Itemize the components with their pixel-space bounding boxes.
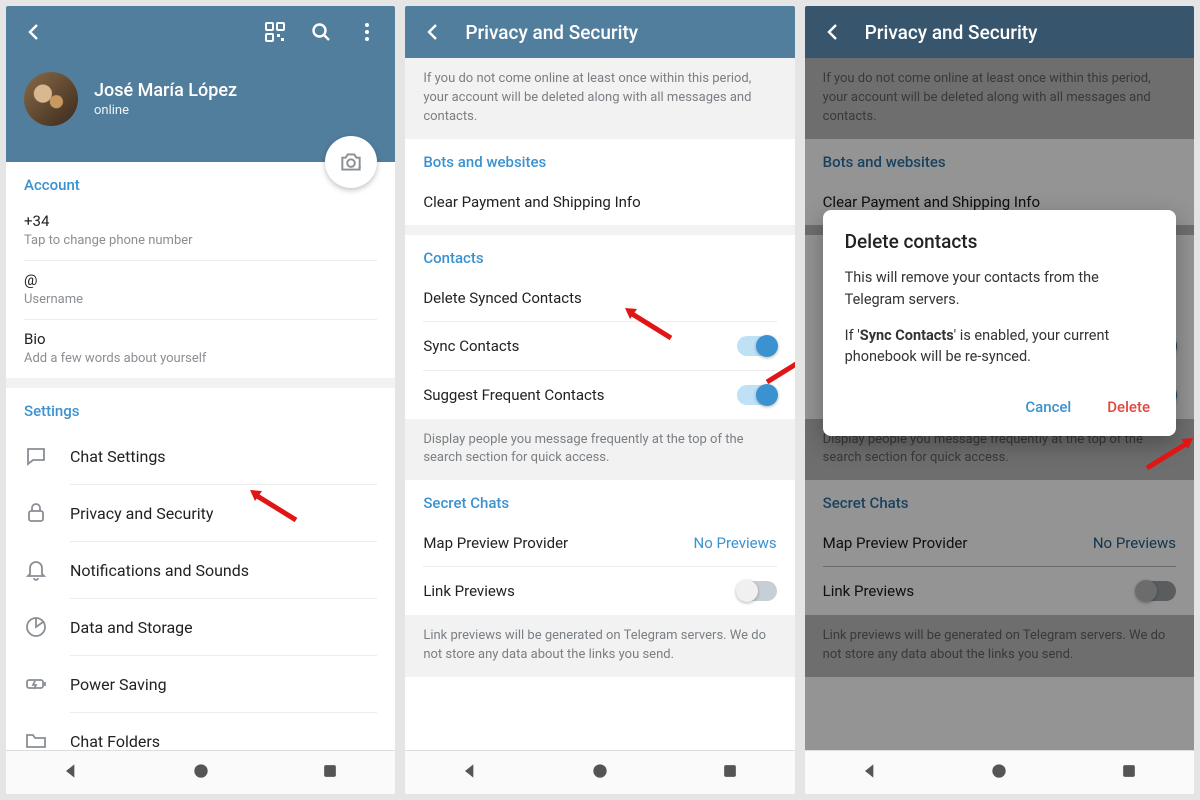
- nav-recents-icon[interactable]: [720, 761, 740, 785]
- settings-data[interactable]: Data and Storage: [6, 599, 395, 655]
- section-bots: Bots and websites: [405, 139, 794, 179]
- dialog-body: This will remove your contacts from the …: [845, 267, 1154, 368]
- navbar: [805, 750, 1194, 794]
- sync-contacts-row[interactable]: Sync Contacts: [405, 322, 794, 370]
- screen-privacy-security: Privacy and Security If you do not come …: [405, 6, 794, 794]
- content: If you do not come online at least once …: [405, 58, 794, 750]
- suggest-frequent-toggle[interactable]: [737, 385, 777, 405]
- nav-recents-icon[interactable]: [320, 761, 340, 785]
- nav-back-icon[interactable]: [460, 761, 480, 785]
- page-title: Privacy and Security: [865, 21, 1178, 44]
- delete-button[interactable]: Delete: [1103, 390, 1154, 424]
- qr-icon[interactable]: [263, 20, 287, 44]
- settings-chat[interactable]: Chat Settings: [6, 428, 395, 484]
- nav-back-icon[interactable]: [860, 761, 880, 785]
- screen-delete-dialog: Privacy and Security If you do not come …: [805, 6, 1194, 794]
- link-previews-toggle[interactable]: [737, 581, 777, 601]
- settings-folders[interactable]: Chat Folders: [6, 713, 395, 750]
- nav-home-icon[interactable]: [989, 761, 1009, 785]
- screen-profile-settings: José María López online Account +34 Tap …: [6, 6, 395, 794]
- header: Privacy and Security: [405, 6, 794, 58]
- map-preview-value: No Previews: [694, 534, 777, 552]
- section-contacts: Contacts: [405, 235, 794, 275]
- back-icon[interactable]: [821, 20, 845, 44]
- profile-status: online: [94, 103, 237, 118]
- page-title: Privacy and Security: [465, 21, 778, 44]
- suggest-frequent-row[interactable]: Suggest Frequent Contacts: [405, 371, 794, 419]
- pie-icon: [24, 615, 48, 639]
- section-secret: Secret Chats: [405, 480, 794, 520]
- dialog-title: Delete contacts: [845, 230, 1154, 253]
- profile-name: José María López: [94, 80, 237, 101]
- bell-icon: [24, 558, 48, 582]
- lock-icon: [24, 501, 48, 525]
- header: Privacy and Security: [805, 6, 1194, 58]
- search-icon[interactable]: [309, 20, 333, 44]
- more-icon[interactable]: [355, 20, 379, 44]
- battery-icon: [24, 672, 48, 696]
- back-icon[interactable]: [22, 20, 46, 44]
- nav-home-icon[interactable]: [590, 761, 610, 785]
- phone-item[interactable]: +34 Tap to change phone number: [6, 202, 395, 260]
- folder-icon: [24, 729, 48, 750]
- nav-back-icon[interactable]: [61, 761, 81, 785]
- delete-synced-row[interactable]: Delete Synced Contacts: [405, 275, 794, 321]
- bio-item[interactable]: Bio Add a few words about yourself: [6, 320, 395, 378]
- info-frequent: Display people you message frequently at…: [405, 419, 794, 481]
- settings-notifications[interactable]: Notifications and Sounds: [6, 542, 395, 598]
- clear-payment-row[interactable]: Clear Payment and Shipping Info: [405, 179, 794, 225]
- settings-privacy[interactable]: Privacy and Security: [6, 485, 395, 541]
- map-preview-row[interactable]: Map Preview Provider No Previews: [405, 520, 794, 566]
- chat-icon: [24, 444, 48, 468]
- settings-power[interactable]: Power Saving: [6, 656, 395, 712]
- nav-recents-icon[interactable]: [1119, 761, 1139, 785]
- sync-contacts-toggle[interactable]: [737, 336, 777, 356]
- section-settings: Settings: [6, 388, 395, 428]
- content: Account +34 Tap to change phone number @…: [6, 162, 395, 750]
- navbar: [405, 750, 794, 794]
- link-previews-row[interactable]: Link Previews: [405, 567, 794, 615]
- camera-button[interactable]: [325, 136, 377, 188]
- info-auto-delete: If you do not come online at least once …: [405, 58, 794, 139]
- nav-home-icon[interactable]: [191, 761, 211, 785]
- info-links: Link previews will be generated on Teleg…: [405, 615, 794, 677]
- avatar[interactable]: [24, 72, 78, 126]
- back-icon[interactable]: [421, 20, 445, 44]
- cancel-button[interactable]: Cancel: [1021, 390, 1075, 424]
- navbar: [6, 750, 395, 794]
- delete-contacts-dialog: Delete contacts This will remove your co…: [823, 210, 1176, 436]
- username-item[interactable]: @ Username: [6, 261, 395, 319]
